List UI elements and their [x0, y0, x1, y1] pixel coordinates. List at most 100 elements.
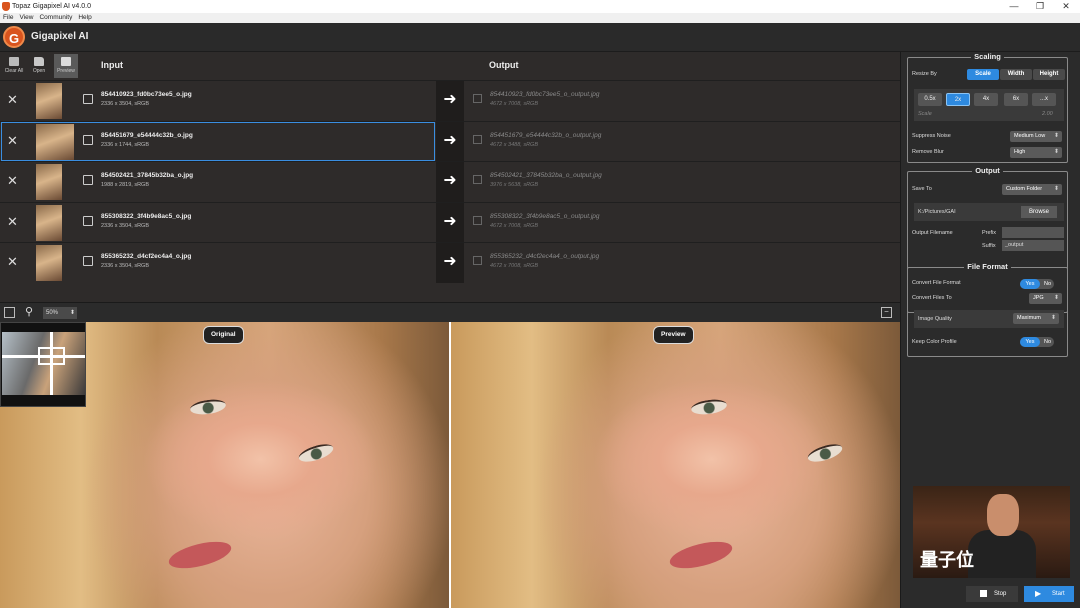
file-thumbnail	[36, 245, 62, 281]
menu-file[interactable]: File	[0, 13, 16, 23]
output-file-meta: 4672 x 7008, sRGB	[490, 101, 539, 107]
file-row[interactable]: ✕ 854410923_fd0bc73ee5_o.jpg 2336 x 3504, …	[0, 80, 900, 121]
file-meta: 2336 x 3504, sRGB	[101, 263, 150, 269]
start-button[interactable]: ▶ Start	[1024, 586, 1074, 602]
input-column-header: Input	[101, 60, 123, 70]
scale-4x-button[interactable]: 4x	[974, 93, 998, 106]
external-link-icon[interactable]	[83, 94, 93, 104]
suppress-noise-select[interactable]: Medium Low	[1010, 131, 1062, 142]
convert-to-select[interactable]: JPG	[1029, 293, 1062, 304]
output-file-meta: 4672 x 7008, sRGB	[490, 263, 539, 269]
output-file-name: 855308322_3f4b9e8ac5_o_output.jpg	[490, 212, 600, 220]
scale-custom-button[interactable]: ...x	[1032, 93, 1056, 106]
save-to-select[interactable]: Custom Folder	[1002, 184, 1062, 195]
arrow-right-icon: ➜	[436, 202, 464, 243]
file-thumbnail	[36, 123, 74, 160]
app-icon	[2, 2, 10, 11]
clear-all-button[interactable]: Clear All	[2, 54, 26, 78]
file-format-group: File Format Convert File Format Yes No Co…	[907, 262, 1068, 357]
browse-button[interactable]: Browse	[1021, 206, 1057, 218]
menu-help[interactable]: Help	[75, 13, 94, 23]
spin-icon: ⬍	[69, 310, 75, 316]
stop-button[interactable]: Stop	[966, 586, 1018, 602]
file-meta: 2336 x 1744, sRGB	[101, 141, 150, 148]
suffix-input[interactable]: _output	[1002, 240, 1064, 251]
file-row[interactable]: ✕ 854451679_e54444c32b_o.jpg 2336 x 1744, …	[0, 120, 900, 162]
file-row[interactable]: ✕ 855308322_3f4b9e8ac5_o.jpg 2336 x 3504, …	[0, 201, 900, 243]
window-title: Topaz Gigapixel AI v4.0.0	[12, 3, 91, 10]
scale-2x-button[interactable]: 2x	[946, 93, 970, 106]
file-row[interactable]: ✕ 855365232_d4cf2ec4a4_o.jpg 2336 x 3504, …	[0, 242, 900, 283]
presenter-body	[968, 530, 1036, 578]
remove-blur-select[interactable]: High	[1010, 147, 1062, 158]
external-link-icon[interactable]	[83, 175, 93, 185]
menu-view[interactable]: View	[16, 13, 36, 23]
output-file-name: 854502421_37845b32ba_o_output.jpg	[490, 172, 602, 179]
external-link-icon	[473, 134, 482, 144]
open-button[interactable]: Open	[27, 54, 51, 78]
file-name: 854410923_fd0bc73ee5_o.jpg	[101, 91, 192, 98]
view-toolbar: ⚲ 50% ⬍ −	[0, 302, 900, 322]
arrow-right-icon: ➜	[436, 121, 464, 162]
fit-view-icon[interactable]	[4, 307, 15, 318]
navigator-viewport[interactable]	[38, 347, 65, 365]
external-link-icon[interactable]	[83, 215, 93, 226]
keep-profile-toggle[interactable]: Yes No	[1020, 337, 1054, 347]
file-name: 855308322_3f4b9e8ac5_o.jpg	[101, 212, 192, 220]
resize-height-option[interactable]: Height	[1033, 69, 1065, 80]
remove-file-icon[interactable]: ✕	[7, 214, 18, 229]
navigator-thumbnail[interactable]	[0, 322, 86, 407]
resize-scale-option[interactable]: Scale	[967, 69, 999, 80]
start-label: Start	[1052, 591, 1065, 597]
zoom-value: 50%	[46, 310, 59, 316]
remove-file-icon[interactable]: ✕	[7, 133, 18, 148]
prefix-input[interactable]	[1002, 227, 1064, 238]
scale-label: Scale	[918, 111, 932, 117]
app-header: G Gigapixel AI	[0, 23, 1080, 52]
remove-file-icon[interactable]: ✕	[7, 255, 18, 269]
scale-6x-button[interactable]: 6x	[1004, 93, 1028, 106]
image-quality-label: Image Quality	[918, 316, 952, 322]
scaling-title: Scaling	[971, 52, 1004, 61]
folder-icon	[34, 57, 44, 66]
app-name: Gigapixel AI	[31, 31, 89, 42]
close-window-button[interactable]: ✕	[1054, 0, 1078, 13]
toggle-yes: Yes	[1020, 337, 1040, 347]
file-row[interactable]: ✕ 854502421_37845b32ba_o.jpg 1988 x 2819, …	[0, 161, 900, 202]
minimize-button[interactable]: —	[1002, 0, 1026, 13]
menu-community[interactable]: Community	[36, 13, 75, 23]
preview-pane-label: Preview	[653, 326, 694, 344]
maximize-button[interactable]: ❐	[1028, 0, 1052, 13]
original-label: Original	[203, 326, 244, 344]
scale-0-5x-button[interactable]: 0.5x	[918, 93, 942, 106]
stop-label: Stop	[994, 591, 1007, 597]
external-link-icon[interactable]	[83, 256, 93, 266]
preview-button[interactable]: Preview	[54, 54, 78, 78]
external-link-icon	[473, 94, 482, 103]
external-link-icon	[473, 256, 482, 265]
trash-icon	[9, 57, 19, 66]
external-link-icon[interactable]	[83, 134, 93, 145]
remove-file-icon[interactable]: ✕	[7, 93, 18, 107]
zoom-select[interactable]: 50% ⬍	[43, 307, 77, 319]
prefix-label: Prefix	[982, 230, 997, 236]
toggle-no: No	[1043, 339, 1051, 345]
preview-pane[interactable]: Preview	[451, 322, 900, 608]
collapse-icon[interactable]: −	[881, 307, 892, 318]
remove-blur-label: Remove Blur	[912, 149, 944, 155]
zoom-icon[interactable]: ⚲	[25, 305, 33, 318]
convert-format-label: Convert File Format	[912, 280, 961, 286]
file-name: 855365232_d4cf2ec4a4_o.jpg	[101, 253, 192, 260]
preview-label: Preview	[57, 68, 75, 74]
output-filename-label: Output Filename	[912, 230, 953, 236]
resize-width-option[interactable]: Width	[1000, 69, 1032, 80]
toggle-yes: Yes	[1020, 279, 1040, 289]
external-link-icon	[473, 215, 482, 225]
open-label: Open	[32, 68, 46, 74]
remove-file-icon[interactable]: ✕	[7, 174, 18, 188]
image-quality-select[interactable]: Maximum	[1013, 313, 1059, 324]
output-file-name: 854451679_e54444c32b_o_output.jpg	[490, 131, 602, 139]
save-to-label: Save To	[912, 186, 932, 192]
output-file-meta: 3976 x 5638, sRGB	[490, 182, 539, 188]
convert-format-toggle[interactable]: Yes No	[1020, 279, 1054, 289]
